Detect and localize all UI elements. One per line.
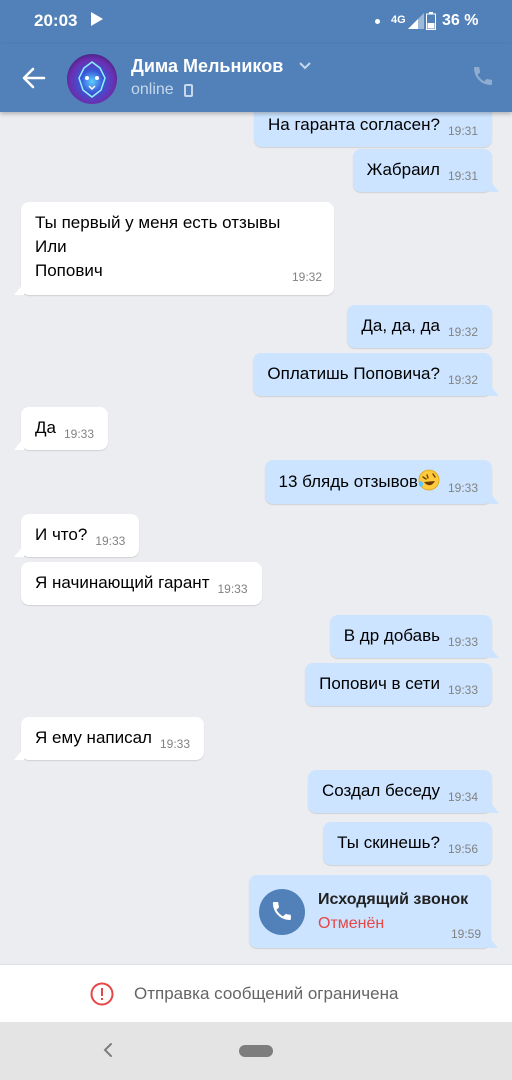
message-list[interactable]: На гаранта согласен? 19:31 Жабраил 19:31 Т…: [0, 112, 512, 964]
message-text: Попович в сети: [319, 674, 440, 693]
message-time: 19:33: [95, 534, 126, 548]
bubble-tail: [489, 384, 499, 396]
message-time: 19:32: [291, 270, 322, 284]
phone-call-icon[interactable]: [471, 64, 495, 88]
contact-status: online: [131, 81, 174, 98]
message-bubble[interactable]: Оплатишь Поповича? 19:32: [253, 353, 499, 396]
call-status: Отменён: [318, 915, 385, 932]
message-time: 19:34: [447, 790, 478, 804]
alert-icon: [90, 982, 114, 1006]
bubble-tail: [14, 438, 24, 450]
message-text: В др добавь: [343, 626, 440, 645]
messaging-restricted-bar: Отправка сообщений ограничена: [0, 964, 512, 1022]
message-time: 19:56: [447, 842, 478, 856]
message-text: 13 блядь отзывов: [278, 472, 418, 491]
bubble-tail: [14, 283, 24, 295]
message-text: На гаранта согласен?: [268, 115, 440, 134]
message-bubble[interactable]: Я начинающий гарант 19:33: [21, 562, 262, 605]
restriction-text: Отправка сообщений ограничена: [134, 984, 399, 1003]
message-bubble[interactable]: Попович в сети 19:33: [305, 663, 492, 706]
message-text: Я начинающий гарант: [35, 573, 210, 592]
back-arrow-icon[interactable]: [18, 64, 50, 92]
bubble-tail: [488, 936, 498, 948]
message-time: 19:33: [447, 683, 478, 697]
rofl-emoji-icon: [418, 469, 440, 491]
message-bubble[interactable]: В др добавь 19:33: [329, 615, 499, 658]
message-bubble[interactable]: Жабраил 19:31: [352, 149, 499, 192]
message-time: 19:31: [447, 124, 478, 138]
message-time: 19:33: [63, 427, 94, 441]
nav-home-button[interactable]: [239, 1045, 273, 1057]
message-time: 19:32: [447, 373, 478, 387]
message-time: 19:31: [447, 169, 478, 183]
message-time: 19:33: [217, 582, 248, 596]
message-time: 19:59: [450, 927, 481, 941]
status-time: 20:03: [34, 11, 78, 30]
message-bubble[interactable]: Ты скинешь? 19:56: [323, 822, 492, 865]
call-icon-circle: [259, 889, 305, 935]
message-bubble[interactable]: Да 19:33: [14, 407, 108, 450]
message-text: И что?: [35, 525, 88, 544]
status-bar: 20:03 4G 36 %: [0, 0, 512, 44]
mobile-online-icon: [184, 84, 193, 97]
chat-header: Дима Мельников online: [0, 44, 512, 112]
contact-name[interactable]: Дима Мельников: [131, 56, 283, 77]
message-bubble[interactable]: Я ему написал 19:33: [14, 717, 205, 760]
signal-icon: [408, 13, 424, 29]
message-text: Ты первый у меня есть отзывы Или Попович: [35, 213, 281, 280]
message-bubble[interactable]: 13 блядь отзывов 19:33: [264, 460, 499, 504]
call-title: Исходящий звонок: [318, 891, 469, 908]
network-type: 4G: [391, 14, 406, 26]
battery-icon: [426, 12, 436, 30]
avatar[interactable]: [67, 54, 117, 104]
message-bubble[interactable]: На гаранта согласен? 19:31: [254, 112, 492, 147]
bubble-tail: [14, 545, 24, 557]
message-text: Жабраил: [366, 160, 440, 179]
message-bubble[interactable]: Создал беседу 19:34: [307, 770, 499, 813]
message-text: Да: [35, 418, 56, 437]
bubble-tail: [489, 180, 499, 192]
battery-percent: 36 %: [442, 12, 479, 29]
chevron-down-icon[interactable]: [298, 61, 312, 71]
message-time: 19:32: [447, 325, 478, 339]
bubble-tail: [14, 748, 24, 760]
lion-avatar-icon: [78, 61, 106, 98]
message-time: 19:33: [447, 635, 478, 649]
outgoing-call-card[interactable]: Исходящий звонок Отменён 19:59: [249, 875, 498, 948]
system-nav-bar: [0, 1022, 512, 1080]
phone-icon: [272, 902, 291, 920]
message-time: 19:33: [447, 481, 478, 495]
bubble-tail: [489, 801, 499, 813]
message-bubble[interactable]: Ты первый у меня есть отзывы Или Попович…: [14, 202, 334, 295]
message-time: 19:33: [159, 737, 191, 751]
message-text: Да, да, да: [361, 316, 440, 335]
message-text: Я ему написал: [35, 728, 152, 747]
message-bubble[interactable]: Да, да, да 19:32: [347, 305, 492, 348]
nav-back-icon[interactable]: [100, 1040, 116, 1060]
play-icon: [91, 12, 103, 26]
message-text: Ты скинешь?: [337, 833, 440, 852]
bubble-tail: [489, 492, 499, 504]
message-text: Создал беседу: [321, 781, 440, 800]
bubble-tail: [489, 646, 499, 658]
message-text: Оплатишь Поповича?: [267, 364, 440, 383]
message-bubble[interactable]: И что? 19:33: [14, 514, 140, 557]
notification-dot-icon: [375, 19, 380, 24]
